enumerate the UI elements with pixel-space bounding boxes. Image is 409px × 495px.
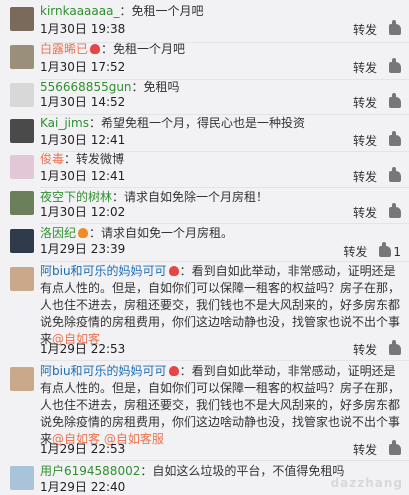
thumbs-up-icon[interactable]	[389, 131, 401, 146]
like-count: 1	[393, 244, 401, 259]
avatar[interactable]	[10, 119, 34, 143]
comment-text: ：免租一个月吧	[119, 4, 204, 18]
repost-button[interactable]: 转发	[353, 59, 377, 76]
avatar[interactable]	[10, 155, 34, 179]
thumbs-up-icon[interactable]	[389, 340, 401, 355]
comment-username[interactable]: 白露晞已	[40, 42, 88, 56]
thumbs-up-icon[interactable]	[389, 93, 401, 108]
comment-time: 1月30日 17:52	[40, 60, 126, 74]
divider	[40, 360, 409, 361]
comment-username[interactable]: 556668855gun	[40, 80, 132, 94]
comment-username[interactable]: 夜空下的树林	[40, 190, 112, 204]
comment-text: ：免租吗	[131, 80, 180, 94]
comment-text: ：希望免租一个月，得民心也是一种投资	[88, 116, 305, 130]
watermark: dazzhang	[330, 476, 403, 490]
divider	[40, 460, 409, 461]
repost-button[interactable]: 转发	[343, 243, 367, 260]
divider	[40, 261, 409, 262]
avatar[interactable]	[10, 83, 34, 107]
comment-time: 1月29日 22:40	[40, 480, 126, 494]
repost-button[interactable]: 转发	[353, 441, 377, 458]
repost-button[interactable]: 转发	[353, 204, 377, 221]
comment-username[interactable]: 用户6194588002	[40, 464, 140, 478]
fire-badge-icon	[78, 228, 89, 238]
avatar[interactable]	[10, 367, 34, 391]
repost-button[interactable]: 转发	[353, 168, 377, 185]
comment-time: 1月30日 14:52	[40, 95, 126, 109]
avatar[interactable]	[10, 7, 34, 31]
comment-username[interactable]: kirnkaaaaaa_	[40, 4, 119, 18]
repost-button[interactable]: 转发	[353, 341, 377, 358]
divider	[40, 223, 409, 224]
comment-time: 1月30日 12:41	[40, 133, 126, 147]
comment-time: 1月30日 12:41	[40, 169, 126, 183]
thumbs-up-icon[interactable]	[389, 20, 401, 35]
avatar[interactable]	[10, 229, 34, 253]
avatar[interactable]	[10, 191, 34, 215]
comment-time: 1月29日 22:53	[40, 342, 126, 356]
thumbs-up-icon[interactable]	[389, 440, 401, 455]
comment-time: 1月30日 19:38	[40, 22, 126, 36]
comment-username[interactable]: 阿biu和可乐的妈妈可可	[40, 264, 167, 278]
divider	[40, 187, 409, 188]
comment-time: 1月29日 23:39	[40, 242, 126, 256]
avatar[interactable]	[10, 466, 34, 490]
heart-badge-icon	[168, 366, 179, 376]
thumbs-up-icon[interactable]	[389, 58, 401, 73]
thumbs-up-icon[interactable]	[389, 167, 401, 182]
comment-text: ：自如这么垃圾的平台，不值得免租吗	[140, 464, 345, 478]
comment-text: ：请求自如免一个月房租。	[89, 226, 234, 240]
heart-badge-icon	[168, 266, 179, 276]
avatar[interactable]	[10, 267, 34, 291]
repost-button[interactable]: 转发	[353, 94, 377, 111]
comment-username[interactable]: 阿biu和可乐的妈妈可可	[40, 364, 167, 378]
thumbs-up-icon[interactable]	[379, 242, 392, 257]
comment-time: 1月29日 22:53	[40, 442, 126, 456]
comment-username[interactable]: 俊毒	[40, 152, 64, 166]
thumbs-up-icon[interactable]	[389, 203, 401, 218]
comment-text: ：请求自如免除一个月房租！	[112, 190, 269, 204]
comment-text: ：免租一个月吧	[101, 42, 186, 56]
comment-username[interactable]: Kai_jims	[40, 116, 89, 130]
heart-badge-icon	[90, 44, 101, 54]
comment-text: ：转发微博	[64, 152, 125, 166]
avatar[interactable]	[10, 45, 34, 69]
repost-button[interactable]: 转发	[353, 21, 377, 38]
repost-button[interactable]: 转发	[353, 132, 377, 149]
comment-username[interactable]: 洛因纪	[40, 226, 76, 240]
comment-time: 1月30日 12:02	[40, 205, 126, 219]
